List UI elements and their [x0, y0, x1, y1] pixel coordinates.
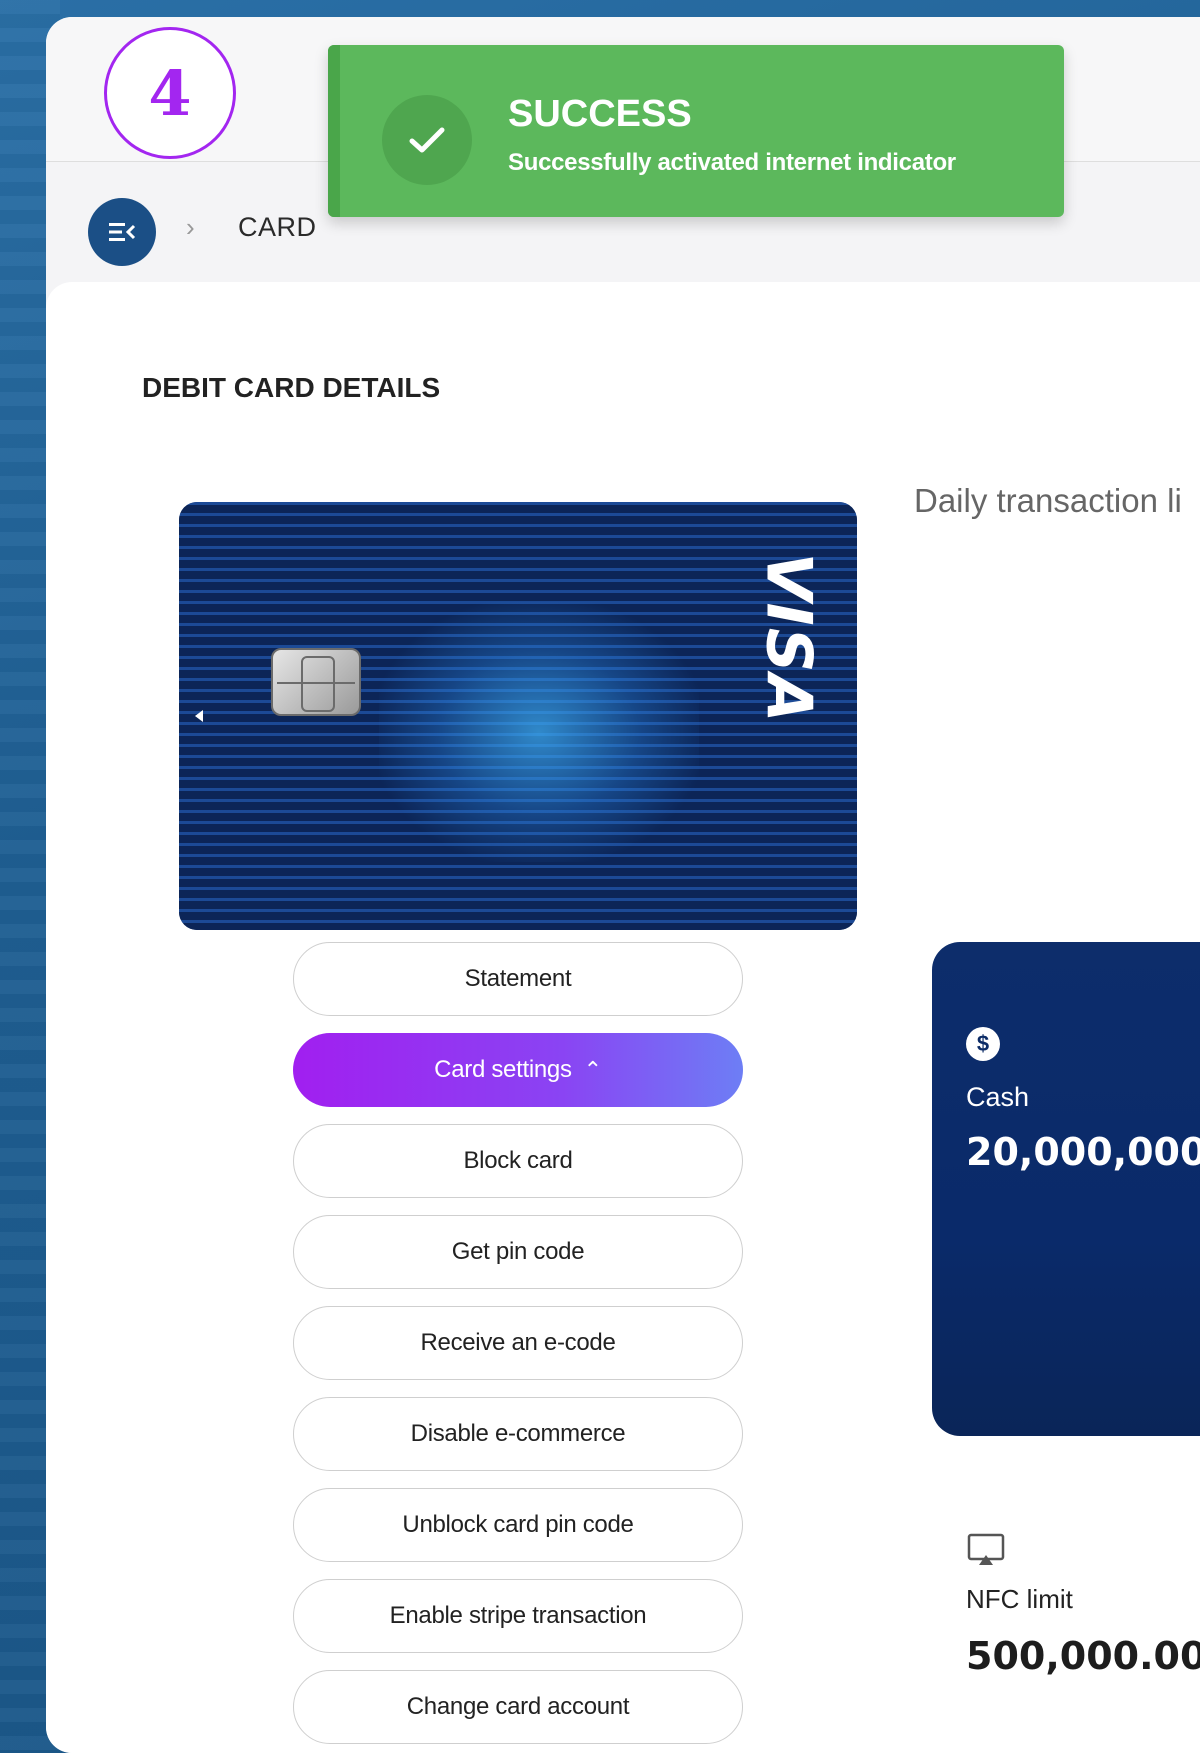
card-settings-button-label: Card settings — [434, 1056, 572, 1083]
card-notch-icon — [195, 710, 203, 722]
check-icon — [382, 95, 472, 185]
card-actions: Statement Card settings ⌃ Block card Get … — [293, 942, 743, 1753]
cash-limit-value: 20,000,000. — [966, 1130, 1200, 1174]
daily-limit-heading: Daily transaction li — [914, 482, 1182, 519]
main-content: DEBIT CARD DETAILS VISA Statement Card s… — [46, 282, 1200, 1753]
card-brand-logo: VISA — [752, 552, 826, 725]
block-card-button[interactable]: Block card — [293, 1124, 743, 1198]
nfc-limit-label: NFC limit — [966, 1584, 1073, 1614]
step-number-badge: 4 — [104, 27, 236, 159]
menu-toggle-button[interactable] — [88, 198, 156, 266]
cash-limit-card[interactable]: $ Cash 20,000,000. — [932, 942, 1200, 1436]
chevron-up-icon: ⌃ — [583, 1057, 602, 1082]
enable-stripe-transaction-button-label: Enable stripe transaction — [389, 1602, 647, 1629]
app-window: 4 › CARD SUCCESS Successfully activated … — [46, 17, 1200, 1753]
cash-limit-label: Cash — [966, 1082, 1030, 1112]
get-pin-code-button-label: Get pin code — [451, 1238, 585, 1265]
unblock-pin-code-button[interactable]: Unblock card pin code — [293, 1488, 743, 1562]
menu-collapse-icon — [109, 223, 136, 241]
airplay-icon — [967, 1533, 1005, 1565]
disable-e-commerce-button-label: Disable e-commerce — [410, 1420, 626, 1447]
enable-stripe-transaction-button[interactable]: Enable stripe transaction — [293, 1579, 743, 1653]
toast-accent-bar — [328, 45, 340, 217]
chip-icon — [271, 648, 361, 716]
card-settings-button[interactable]: Card settings ⌃ — [293, 1033, 743, 1107]
statement-button-label: Statement — [464, 965, 572, 992]
nfc-limit-value: 500,000.00 — [966, 1634, 1200, 1678]
statement-button[interactable]: Statement — [293, 942, 743, 1016]
debit-card-image: VISA — [179, 502, 857, 930]
breadcrumb-separator: › — [186, 212, 195, 242]
change-card-account-button-label: Change card account — [406, 1693, 630, 1720]
receive-e-code-button[interactable]: Receive an e-code — [293, 1306, 743, 1380]
page-title: DEBIT CARD DETAILS — [142, 372, 441, 403]
get-pin-code-button[interactable]: Get pin code — [293, 1215, 743, 1289]
success-toast[interactable]: SUCCESS Successfully activated internet … — [328, 45, 1064, 217]
toast-title: SUCCESS — [508, 93, 692, 135]
card-glow — [379, 602, 699, 862]
breadcrumb-item-card[interactable]: CARD — [238, 212, 317, 243]
receive-e-code-button-label: Receive an e-code — [420, 1329, 616, 1356]
block-card-button-label: Block card — [463, 1147, 573, 1174]
disable-e-commerce-button[interactable]: Disable e-commerce — [293, 1397, 743, 1471]
unblock-pin-code-button-label: Unblock card pin code — [402, 1511, 634, 1538]
dollar-icon: $ — [966, 1027, 1000, 1061]
toast-message: Successfully activated internet indicato… — [508, 149, 956, 176]
change-card-account-button[interactable]: Change card account — [293, 1670, 743, 1744]
